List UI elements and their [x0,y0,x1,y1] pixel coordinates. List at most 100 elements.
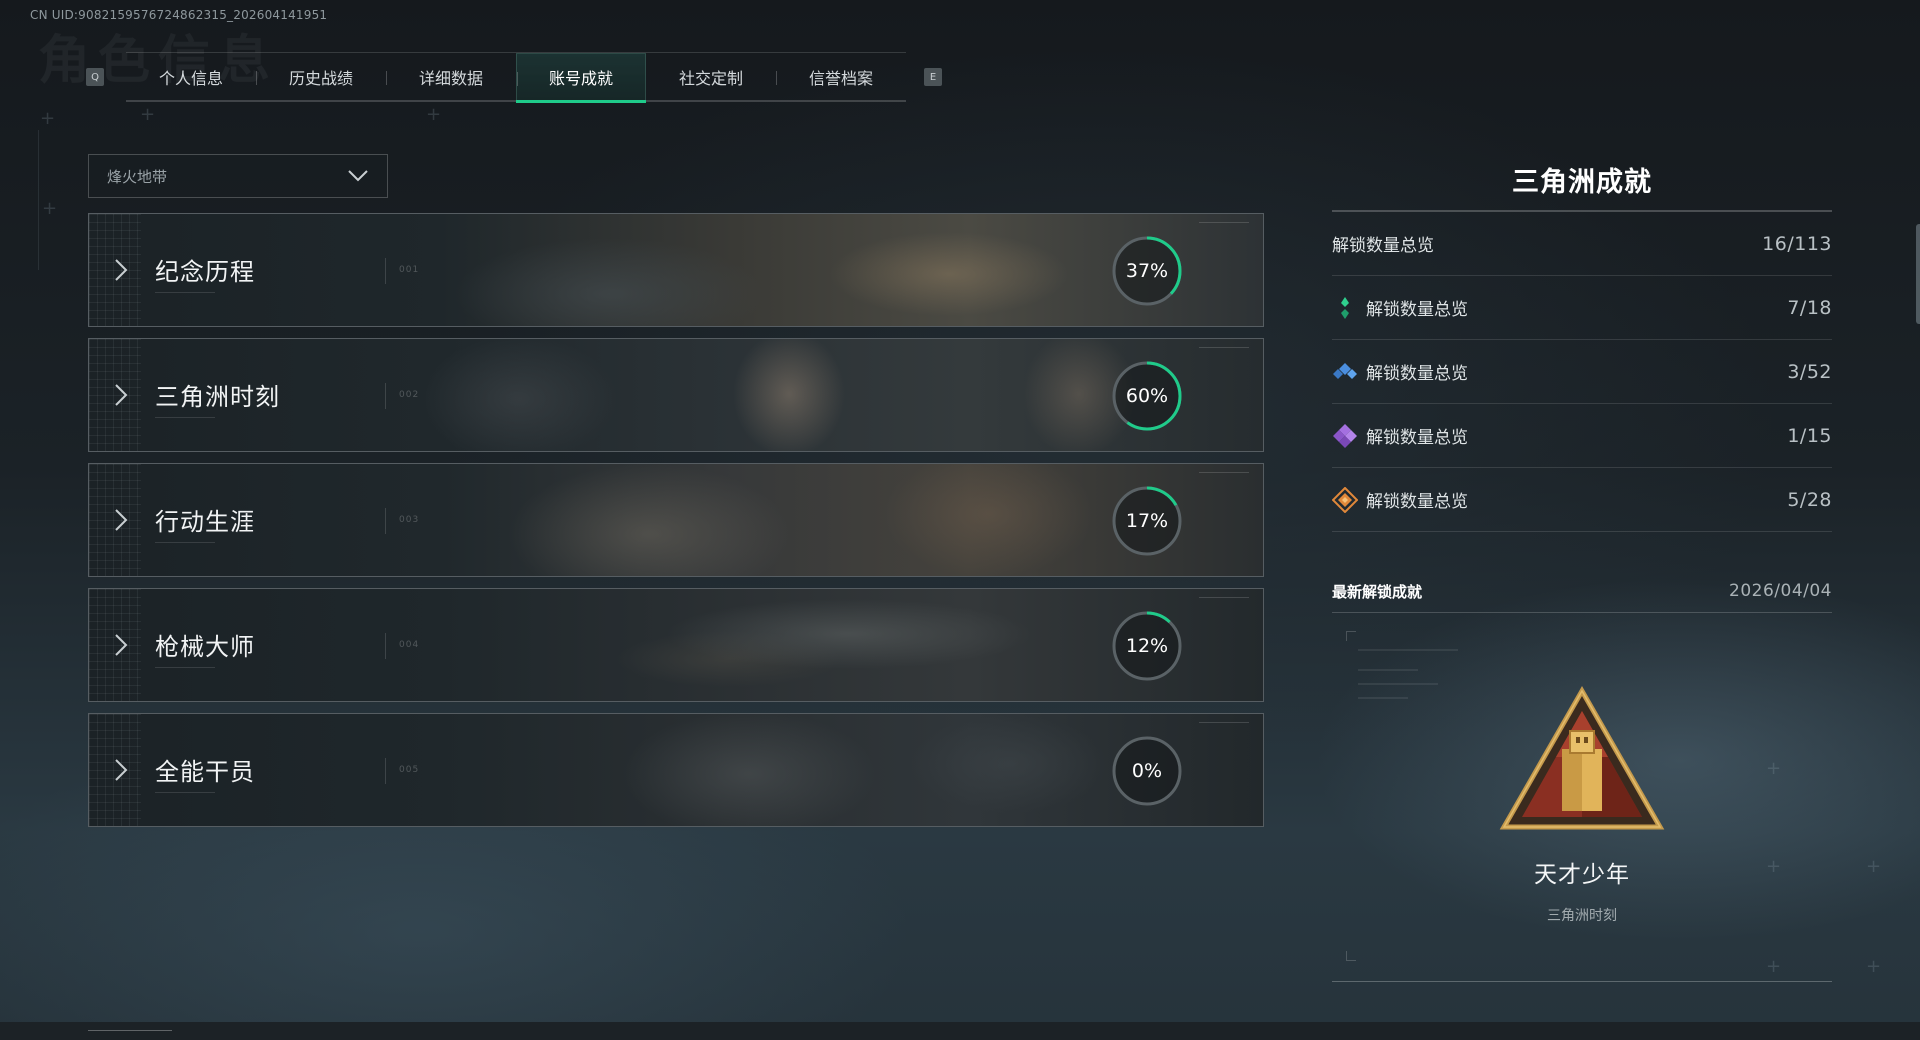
latest-achievement-category: 三角洲时刻 [1547,908,1617,924]
title-underline [155,542,215,543]
tab-credit-record[interactable]: 信誉档案 [776,53,906,101]
progress-percent: 37% [1125,260,1169,282]
stat-row-blue: 解锁数量总览 3/52 [1332,340,1832,404]
category-card[interactable]: 纪念历程 001 37% [88,213,1264,327]
card-corner-deco [1199,222,1249,226]
stat-label: 解锁数量总览 [1366,300,1468,320]
mode-dropdown[interactable]: 烽火地带 [88,154,388,198]
prev-tab-key-hint[interactable]: Q [86,68,104,86]
card-divider [385,633,386,659]
progress-percent: 17% [1125,510,1169,532]
card-background-image [89,589,1263,701]
deco-line [1358,649,1458,651]
latest-achievement-name: 天才少年 [1534,862,1630,888]
category-title: 全能干员 [155,758,255,786]
deco-line [1358,669,1418,671]
bottom-tab-indicator [88,1030,172,1040]
achievement-summary-panel: 三角洲成就 解锁数量总览 16/113 解锁数量总览 7/18 解锁数量总览 3… [1332,160,1832,982]
card-corner-deco [1199,597,1249,601]
stat-label: 解锁数量总览 [1332,236,1434,256]
card-background-image [89,214,1263,326]
hud-line [38,130,39,270]
corner-bracket [1346,951,1356,961]
deco-line [1358,697,1408,699]
stat-row-total: 解锁数量总览 16/113 [1332,212,1832,276]
chevron-right-icon [115,509,128,531]
category-code: 002 [399,390,420,400]
latest-achievement-header: 最新解锁成就 2026/04/04 [1332,576,1832,606]
progress-percent: 60% [1125,385,1169,407]
latest-achievement-label: 最新解锁成就 [1332,582,1423,601]
next-tab-key-hint[interactable]: E [924,68,942,86]
chevron-down-icon [348,170,368,182]
crosshair-icon: + [1866,856,1882,877]
stat-label: 解锁数量总览 [1366,492,1468,512]
title-underline [155,417,215,418]
tab-history-record[interactable]: 历史战绩 [256,53,386,101]
category-card[interactable]: 行动生涯 003 17% [88,463,1264,577]
card-divider [385,508,386,534]
chevron-right-icon [115,759,128,781]
stat-value: 1/15 [1787,424,1832,447]
crosshair-icon: + [426,104,442,125]
stat-value: 3/52 [1787,360,1832,383]
card-divider [385,258,386,284]
progress-percent: 0% [1131,760,1163,782]
crosshair-icon: + [40,108,56,129]
category-code: 005 [399,765,420,775]
card-corner-deco [1199,472,1249,476]
card-divider [385,383,386,409]
stat-row-green: 解锁数量总览 7/18 [1332,276,1832,340]
stat-row-orange: 解锁数量总览 5/28 [1332,468,1832,532]
category-title: 三角洲时刻 [155,383,280,411]
progress-ring: 0% [1109,733,1185,809]
tab-list: 个人信息 历史战绩 详细数据 账号成就 社交定制 信誉档案 [126,52,906,103]
progress-ring: 60% [1109,358,1185,434]
achievement-category-list: 纪念历程 001 37% 三角洲时刻 002 60% 行动生涯 003 17% … [88,213,1264,838]
category-title: 纪念历程 [155,258,255,286]
chevron-right-icon [115,259,128,281]
orange-diamond-icon [1332,486,1358,513]
stat-value: 16/113 [1762,232,1832,255]
blue-diamond-icon [1333,362,1357,379]
tab-bar: Q 个人信息 历史战绩 详细数据 账号成就 社交定制 信誉档案 E [86,52,942,103]
stat-label: 解锁数量总览 [1366,364,1468,384]
category-title: 行动生涯 [155,508,255,536]
tab-account-achievements[interactable]: 账号成就 [516,53,646,103]
progress-ring: 37% [1109,233,1185,309]
tab-social-custom[interactable]: 社交定制 [646,53,776,101]
mode-dropdown-value: 烽火地带 [107,167,168,186]
progress-ring: 17% [1109,483,1185,559]
tab-personal-info[interactable]: 个人信息 [126,53,256,101]
category-code: 003 [399,515,420,525]
title-underline [155,667,215,668]
progress-ring: 12% [1109,608,1185,684]
card-background-image [89,464,1263,576]
tab-detailed-data[interactable]: 详细数据 [386,53,516,101]
stat-value: 5/28 [1787,488,1832,511]
corner-bracket [1346,631,1356,641]
title-underline [155,792,215,793]
category-card[interactable]: 三角洲时刻 002 60% [88,338,1264,452]
triangle-badge-icon [1499,685,1665,830]
stat-row-purple: 解锁数量总览 1/15 [1332,404,1832,468]
category-title: 枪械大师 [155,633,255,661]
card-corner-deco [1199,722,1249,726]
stat-label: 解锁数量总览 [1366,428,1468,448]
category-card[interactable]: 全能干员 005 0% [88,713,1264,827]
side-handle[interactable] [1916,224,1920,324]
category-code: 001 [399,265,420,275]
category-card[interactable]: 枪械大师 004 12% [88,588,1264,702]
stat-value: 7/18 [1787,296,1832,319]
title-underline [155,292,215,293]
chevron-right-icon [115,384,128,406]
card-divider [385,758,386,784]
bottom-bar [0,1022,1920,1040]
category-code: 004 [399,640,420,650]
latest-achievement-card[interactable]: 天才少年 三角洲时刻 [1332,612,1832,982]
crosshair-icon: + [1866,956,1882,977]
card-corner-deco [1199,347,1249,351]
latest-achievement-date: 2026/04/04 [1729,581,1832,601]
deco-line [1358,683,1438,685]
green-diamond-icon [1341,296,1349,319]
